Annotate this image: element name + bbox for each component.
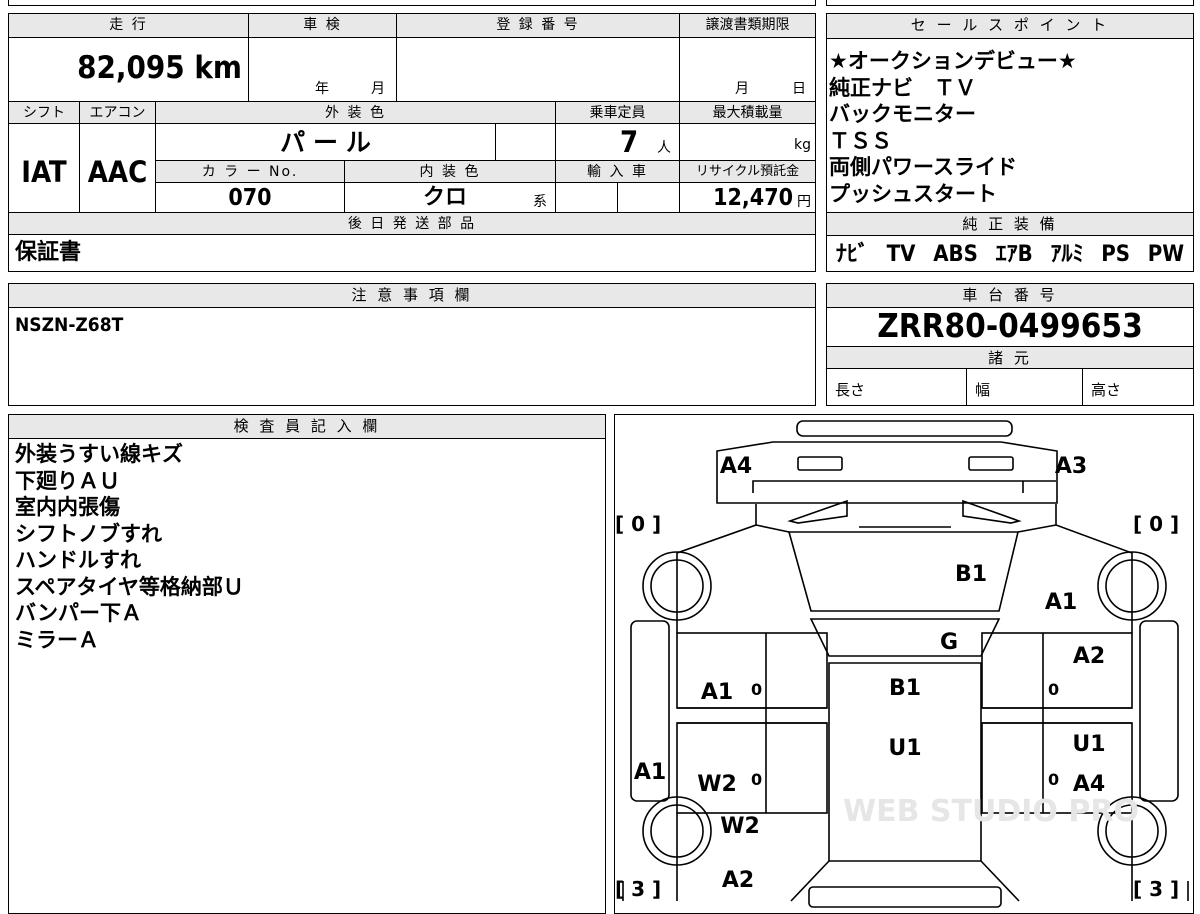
recycle-header: リサイクル預託金: [680, 161, 815, 183]
chassis-header: 車 台 番 号: [827, 284, 1193, 308]
damage-label: A4: [720, 454, 752, 479]
color-no-value: 070: [156, 183, 345, 213]
inspector-note: 下廻りＡＵ: [15, 468, 120, 493]
spec-height: 高さ: [1091, 381, 1122, 399]
vehicle-info-table: 走 行 車 検 登 録 番 号 譲渡書類期限 82,095 km 年 月 月 日…: [8, 13, 816, 272]
damage-label: U1: [1072, 732, 1105, 757]
zero-mark: 0: [751, 680, 762, 699]
exterior-color-header: 外 装 色: [156, 102, 556, 124]
max-load-value: kg: [680, 124, 815, 161]
import-cell-2: [618, 183, 680, 213]
inspector-note: 外装うすい線キズ: [15, 442, 183, 466]
damage-label: B1: [889, 676, 921, 701]
genuine-item: ABS: [933, 242, 978, 267]
damage-label: U1: [888, 736, 921, 761]
top-cropped-strip: [0, 0, 1200, 8]
inspector-note: シフトノブすれ: [15, 521, 162, 546]
sales-point-line: プッシュスタート: [829, 181, 997, 206]
genuine-item: TV: [886, 242, 916, 267]
transfer-deadline-header: 譲渡書類期限: [680, 14, 815, 38]
damage-label: W2: [697, 772, 737, 797]
mileage-value: 82,095 km: [9, 38, 249, 102]
inspector-notes-list: 外装うすい線キズ 下廻りＡＵ 室内内張傷 シフトノブすれ ハンドルすれ スペアタ…: [9, 441, 605, 653]
transfer-deadline-value: 月 日: [680, 38, 815, 102]
shift-header: シフト: [9, 102, 80, 124]
inspector-note: バンパー下Ａ: [15, 601, 143, 625]
genuine-item: ｱﾙﾐ: [1050, 242, 1084, 267]
damage-label: A2: [1073, 644, 1105, 669]
ac-value: AAC: [80, 124, 156, 213]
notes-panel: 注 意 事 項 欄 NSZN-Z68T: [8, 283, 816, 406]
spec-width: 幅: [967, 369, 1083, 405]
genuine-item: ｴｱB: [995, 242, 1033, 267]
max-load-header: 最大積載量: [680, 102, 815, 124]
import-cell-1: [556, 183, 618, 213]
sales-points-list: ★オークションデビュー★ 純正ナビ ＴＶ バックモニター ＴＳＳ 両側パワースラ…: [827, 48, 1193, 207]
damage-label: A2: [722, 868, 754, 893]
capacity-header: 乗車定員: [556, 102, 680, 124]
damage-label: W2: [720, 814, 760, 839]
chassis-panel: 車 台 番 号 ZRR80-0499653 諸 元 長さ 幅 高さ: [826, 283, 1194, 406]
shift-value: IAT: [9, 124, 80, 213]
import-header: 輸 入 車: [556, 161, 680, 183]
sales-points-panel: セ ー ル ス ポ イ ン ト ★オークションデビュー★ 純正ナビ ＴＶ バック…: [826, 13, 1194, 272]
sales-point-line: バックモニター: [829, 102, 976, 126]
sales-points-header: セ ー ル ス ポ イ ン ト: [827, 14, 1193, 39]
interior-color-header: 内 装 色: [345, 161, 556, 183]
car-damage-diagram: A4 A3 B1 A1 G A2 A1 B1 U1 U1 A1 W2 A4 W2…: [614, 414, 1194, 914]
damage-label: G: [940, 630, 958, 655]
zero-mark: 0: [1048, 770, 1059, 789]
inspection-header: 車 検: [249, 14, 397, 38]
sales-point-line: 純正ナビ ＴＶ: [829, 75, 976, 100]
damage-label: A3: [1055, 454, 1087, 479]
genuine-equipment-list: ﾅﾋﾞ TV ABS ｴｱB ｱﾙﾐ PS PW: [827, 239, 1193, 271]
registration-header: 登 録 番 号: [397, 14, 680, 38]
mileage-header: 走 行: [9, 14, 249, 38]
sales-point-line: 両側パワースライド: [829, 155, 1017, 179]
zero-mark: 0: [751, 770, 762, 789]
car-outline-svg: A4 A3 B1 A1 G A2 A1 B1 U1 U1 A1 W2 A4 W2…: [615, 420, 1189, 908]
damage-label: A1: [701, 680, 733, 705]
capacity-value-cell: 7 人: [556, 124, 680, 161]
sales-point-line: ＴＳＳ: [829, 128, 892, 153]
chassis-number: ZRR80-0499653: [877, 306, 1143, 345]
capacity-value: 7: [620, 125, 639, 159]
tire-bracket: [ 0 ]: [615, 512, 661, 536]
recycle-value: 12,470: [713, 185, 793, 211]
watermark: WEB STUDIO PRO: [843, 794, 1139, 829]
notes-value: NSZN-Z68T: [15, 314, 124, 336]
genuine-item: ﾅﾋﾞ: [835, 242, 869, 267]
exterior-extra: [496, 124, 556, 161]
inspector-header: 検 査 員 記 入 欄: [9, 415, 605, 439]
ac-header: エアコン: [80, 102, 156, 124]
notes-header: 注 意 事 項 欄: [9, 284, 815, 308]
inspector-panel: 検 査 員 記 入 欄 外装うすい線キズ 下廻りＡＵ 室内内張傷 シフトノブすれ…: [8, 414, 606, 914]
later-parts-header: 後 日 発 送 部 品: [9, 213, 815, 235]
registration-value: [397, 38, 680, 102]
interior-color-value: クロ: [423, 185, 468, 210]
inspector-note: ハンドルすれ: [15, 548, 141, 572]
damage-label: A1: [1045, 590, 1077, 615]
color-no-header: カ ラ ー No.: [156, 161, 345, 183]
zero-mark: 0: [1048, 680, 1059, 699]
genuine-equipment-header: 純 正 装 備: [827, 212, 1193, 236]
later-parts-value: 保証書: [15, 240, 82, 265]
spec-header: 諸 元: [827, 346, 1193, 369]
recycle-cell: 12,470 円: [680, 183, 815, 213]
tire-bracket: [ 3 ]: [1133, 877, 1179, 901]
damage-label: A1: [634, 760, 666, 785]
tire-bracket: [ 3 ]: [615, 877, 661, 901]
inspector-note: スペアタイヤ等格納部Ｕ: [15, 574, 244, 599]
exterior-color-value: パ ー ル: [156, 124, 496, 161]
sales-point-line: ★オークションデビュー★: [829, 49, 1077, 73]
inspector-note: 室内内張傷: [15, 495, 120, 519]
tire-bracket: [ 0 ]: [1133, 512, 1179, 536]
interior-color-cell: クロ 系: [345, 183, 556, 213]
inspection-value: 年 月: [249, 38, 397, 102]
genuine-item: PS: [1101, 242, 1130, 267]
genuine-item: PW: [1147, 242, 1185, 267]
damage-label: B1: [955, 562, 987, 587]
spec-length: 長さ: [827, 369, 967, 405]
inspector-note: ミラーＡ: [15, 627, 99, 652]
